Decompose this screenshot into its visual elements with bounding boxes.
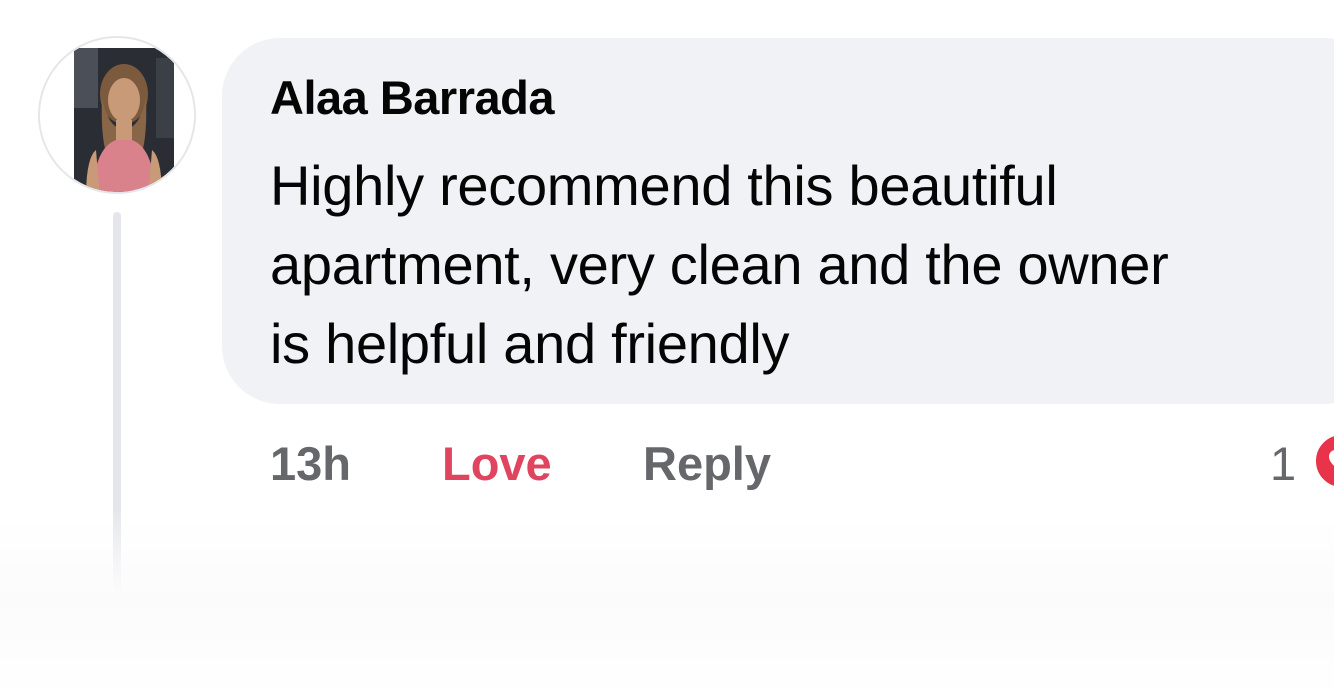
- comment-timestamp[interactable]: 13h: [270, 436, 351, 491]
- comment-line: Highly recommend this beautiful: [270, 154, 1058, 217]
- heart-icon: [1329, 450, 1334, 466]
- avatar[interactable]: [38, 36, 196, 194]
- love-button[interactable]: Love: [442, 436, 552, 491]
- reply-button[interactable]: Reply: [643, 436, 771, 491]
- comment-line: is helpful and friendly: [270, 312, 790, 375]
- comment-author[interactable]: Alaa Barrada: [270, 70, 555, 125]
- thread-line: [113, 212, 121, 592]
- comment-text: Highly recommend this beautiful apartmen…: [270, 146, 1330, 383]
- reaction-count[interactable]: 1: [1270, 436, 1296, 491]
- comment-thread: Alaa Barrada Highly recommend this beaut…: [0, 0, 1334, 698]
- comment-actions: 13h Love Reply 1: [0, 432, 1334, 502]
- profile-photo-icon: [40, 38, 194, 192]
- love-reaction-icon[interactable]: [1313, 432, 1334, 490]
- comment-line: apartment, very clean and the owner: [270, 233, 1169, 296]
